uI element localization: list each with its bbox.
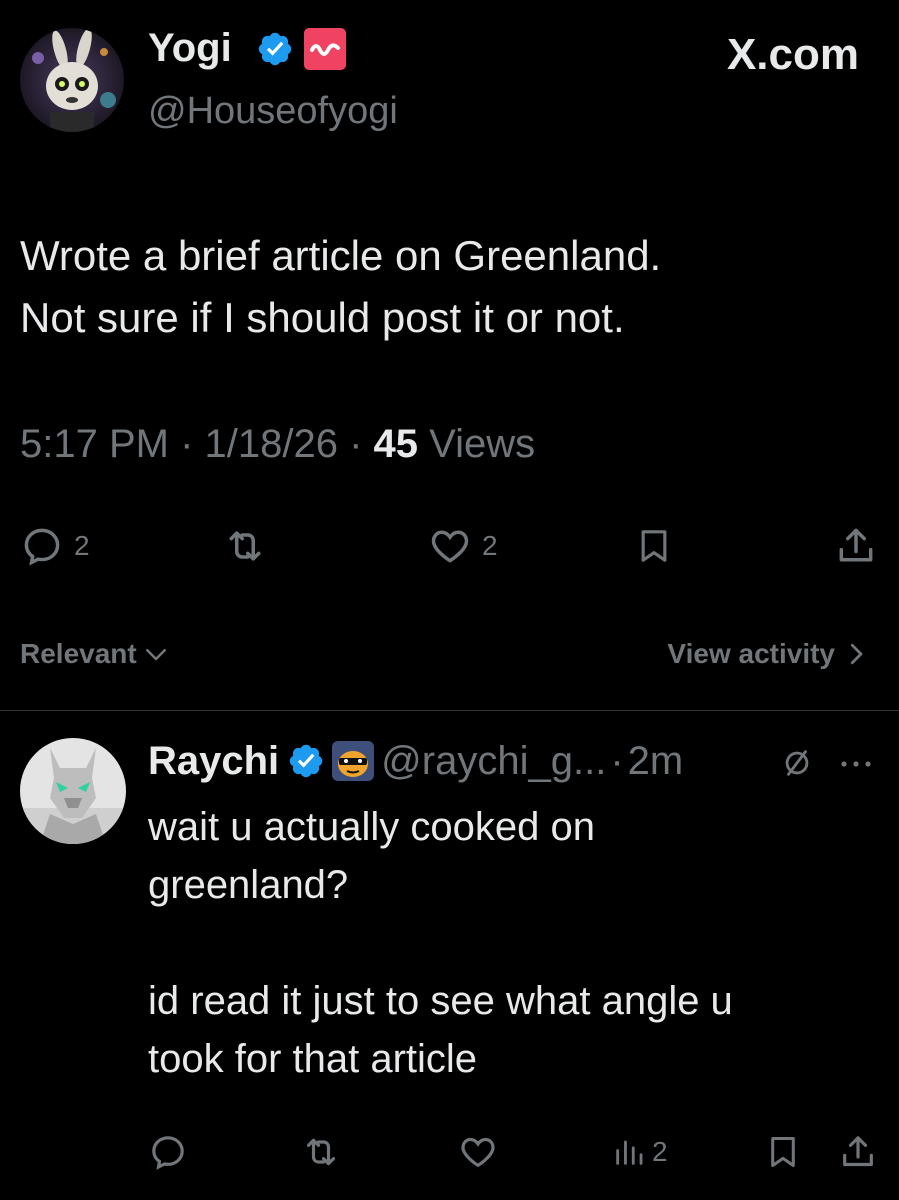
reply-header: Raychi @raychi_g... · 2m bbox=[148, 736, 683, 786]
more-icon[interactable] bbox=[838, 754, 874, 774]
view-activity-label: View activity bbox=[667, 638, 835, 669]
reply-author-handle[interactable]: @raychi_g... bbox=[381, 739, 606, 784]
views-count: 45 bbox=[373, 422, 419, 466]
reply-button[interactable]: 2 bbox=[20, 524, 90, 568]
post-time: 5:17 PM · 1/18/26 · bbox=[20, 422, 363, 466]
bookmark-button[interactable] bbox=[634, 524, 674, 568]
affiliate-badge bbox=[304, 28, 346, 70]
view-activity-link[interactable]: View activity bbox=[667, 638, 871, 670]
verified-icon bbox=[289, 744, 323, 778]
author-handle[interactable]: @Houseofyogi bbox=[148, 90, 398, 133]
community-badge-icon bbox=[332, 741, 375, 781]
author-name[interactable]: Yogi bbox=[148, 26, 232, 71]
retweet-button[interactable] bbox=[222, 524, 268, 568]
bookmark-icon bbox=[641, 530, 667, 562]
post-meta: 5:17 PM · 1/18/26 · 45 Views bbox=[20, 422, 535, 467]
views-label: Views bbox=[429, 422, 536, 466]
sort-dropdown[interactable]: Relevant bbox=[20, 638, 171, 670]
sort-label: Relevant bbox=[20, 638, 137, 669]
bookmark-icon bbox=[771, 1137, 795, 1167]
retweet-icon bbox=[229, 531, 261, 561]
avatar-yogi[interactable] bbox=[20, 28, 124, 132]
no-sign-icon[interactable] bbox=[780, 746, 814, 780]
like-icon bbox=[461, 1137, 495, 1168]
reply-reply-button[interactable] bbox=[148, 1132, 188, 1172]
like-count: 2 bbox=[482, 530, 498, 561]
share-icon bbox=[839, 528, 873, 562]
share-icon bbox=[843, 1136, 873, 1167]
reply-count: 2 bbox=[74, 530, 90, 561]
analytics-icon bbox=[616, 1140, 643, 1165]
divider bbox=[0, 710, 899, 711]
reply-like-button[interactable] bbox=[458, 1132, 498, 1172]
reply-text: wait u actually cooked on greenland? id … bbox=[148, 805, 733, 1081]
reply-views-count: 2 bbox=[652, 1136, 668, 1167]
chevron-right-icon bbox=[850, 643, 863, 665]
reply-share-button[interactable] bbox=[838, 1132, 878, 1172]
chevron-down-icon bbox=[145, 649, 166, 661]
verified-icon bbox=[258, 32, 292, 66]
site-label: X.com bbox=[726, 30, 859, 79]
avatar-raychi[interactable] bbox=[20, 738, 126, 844]
reply-retweet-button[interactable] bbox=[300, 1132, 342, 1172]
reply-icon bbox=[152, 1136, 184, 1170]
reply-bookmark-button[interactable] bbox=[764, 1132, 802, 1172]
reply-time[interactable]: 2m bbox=[628, 739, 684, 784]
reply-separator: · bbox=[610, 738, 624, 783]
share-button[interactable] bbox=[834, 524, 878, 568]
like-icon bbox=[431, 530, 469, 563]
reply-views-button[interactable]: 2 bbox=[612, 1132, 668, 1172]
retweet-icon bbox=[306, 1138, 336, 1166]
wave-icon bbox=[310, 43, 340, 56]
reply-author-name[interactable]: Raychi bbox=[148, 739, 279, 784]
post-text: Wrote a brief article on Greenland. Not … bbox=[20, 232, 662, 341]
like-button[interactable]: 2 bbox=[428, 524, 498, 568]
reply-icon bbox=[24, 528, 60, 566]
